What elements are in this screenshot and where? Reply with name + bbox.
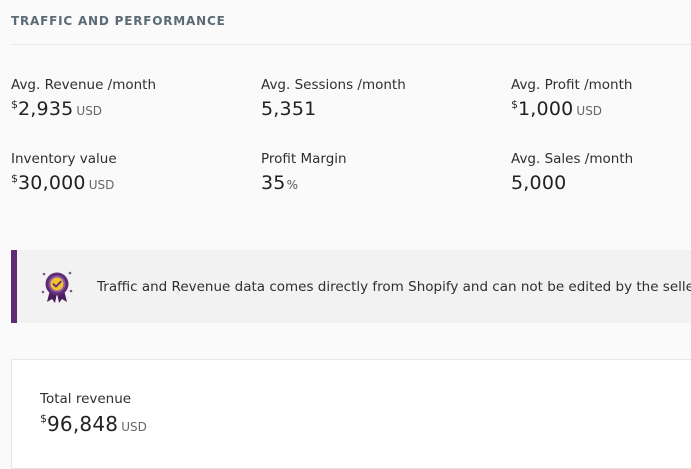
metric-label: Avg. Sessions /month (261, 77, 406, 93)
metric-number: 35 (261, 172, 286, 194)
currency-unit: USD (88, 178, 115, 192)
total-revenue-card: Total revenue $ 96,848 USD (11, 359, 691, 469)
metric-number: 96,848 (47, 412, 119, 436)
metric-value: $ 96,848 USD (40, 412, 147, 436)
metric-value: 5,351 (261, 98, 406, 120)
currency-symbol: $ (11, 98, 18, 111)
metric-value: $ 30,000 USD (11, 172, 117, 194)
metric-label: Profit Margin (261, 151, 347, 167)
metric-value: 35 % (261, 172, 347, 194)
metric-label: Inventory value (11, 151, 117, 167)
metric-total-revenue: Total revenue $ 96,848 USD (40, 390, 147, 436)
metric-label: Avg. Revenue /month (11, 77, 157, 93)
metric-number: 5,351 (261, 98, 317, 120)
metric-number: 1,000 (518, 98, 574, 120)
metric-profit-margin: Profit Margin 35 % (261, 150, 347, 194)
shopify-data-notice: Traffic and Revenue data comes directly … (11, 250, 691, 323)
metric-label: Avg. Profit /month (511, 77, 633, 93)
section-title: TRAFFIC AND PERFORMANCE (11, 14, 226, 28)
currency-symbol: $ (511, 98, 518, 111)
metric-avg-sales: Avg. Sales /month 5,000 (511, 150, 633, 194)
verified-badge-icon (40, 268, 74, 306)
metric-value: $ 1,000 USD (511, 98, 632, 120)
currency-unit: USD (576, 104, 603, 118)
percent-sign: % (286, 178, 298, 192)
metric-inventory-value: Inventory value $ 30,000 USD (11, 150, 117, 194)
metric-label: Avg. Sales /month (511, 151, 634, 167)
currency-unit: USD (76, 104, 103, 118)
currency-symbol: $ (11, 172, 18, 185)
section-divider (11, 44, 691, 45)
metric-number: 5,000 (511, 172, 567, 194)
metric-avg-sessions: Avg. Sessions /month 5,351 (261, 76, 406, 120)
currency-unit: USD (121, 420, 147, 434)
metric-number: 2,935 (18, 98, 74, 120)
metric-number: 30,000 (18, 172, 86, 194)
currency-symbol: $ (40, 412, 47, 425)
metric-value: $ 2,935 USD (11, 98, 156, 120)
notice-text: Traffic and Revenue data comes directly … (97, 278, 691, 295)
metric-value: 5,000 (511, 172, 633, 194)
metric-avg-revenue: Avg. Revenue /month $ 2,935 USD (11, 76, 156, 120)
metric-label: Total revenue (40, 391, 132, 407)
metric-avg-profit: Avg. Profit /month $ 1,000 USD (511, 76, 632, 120)
